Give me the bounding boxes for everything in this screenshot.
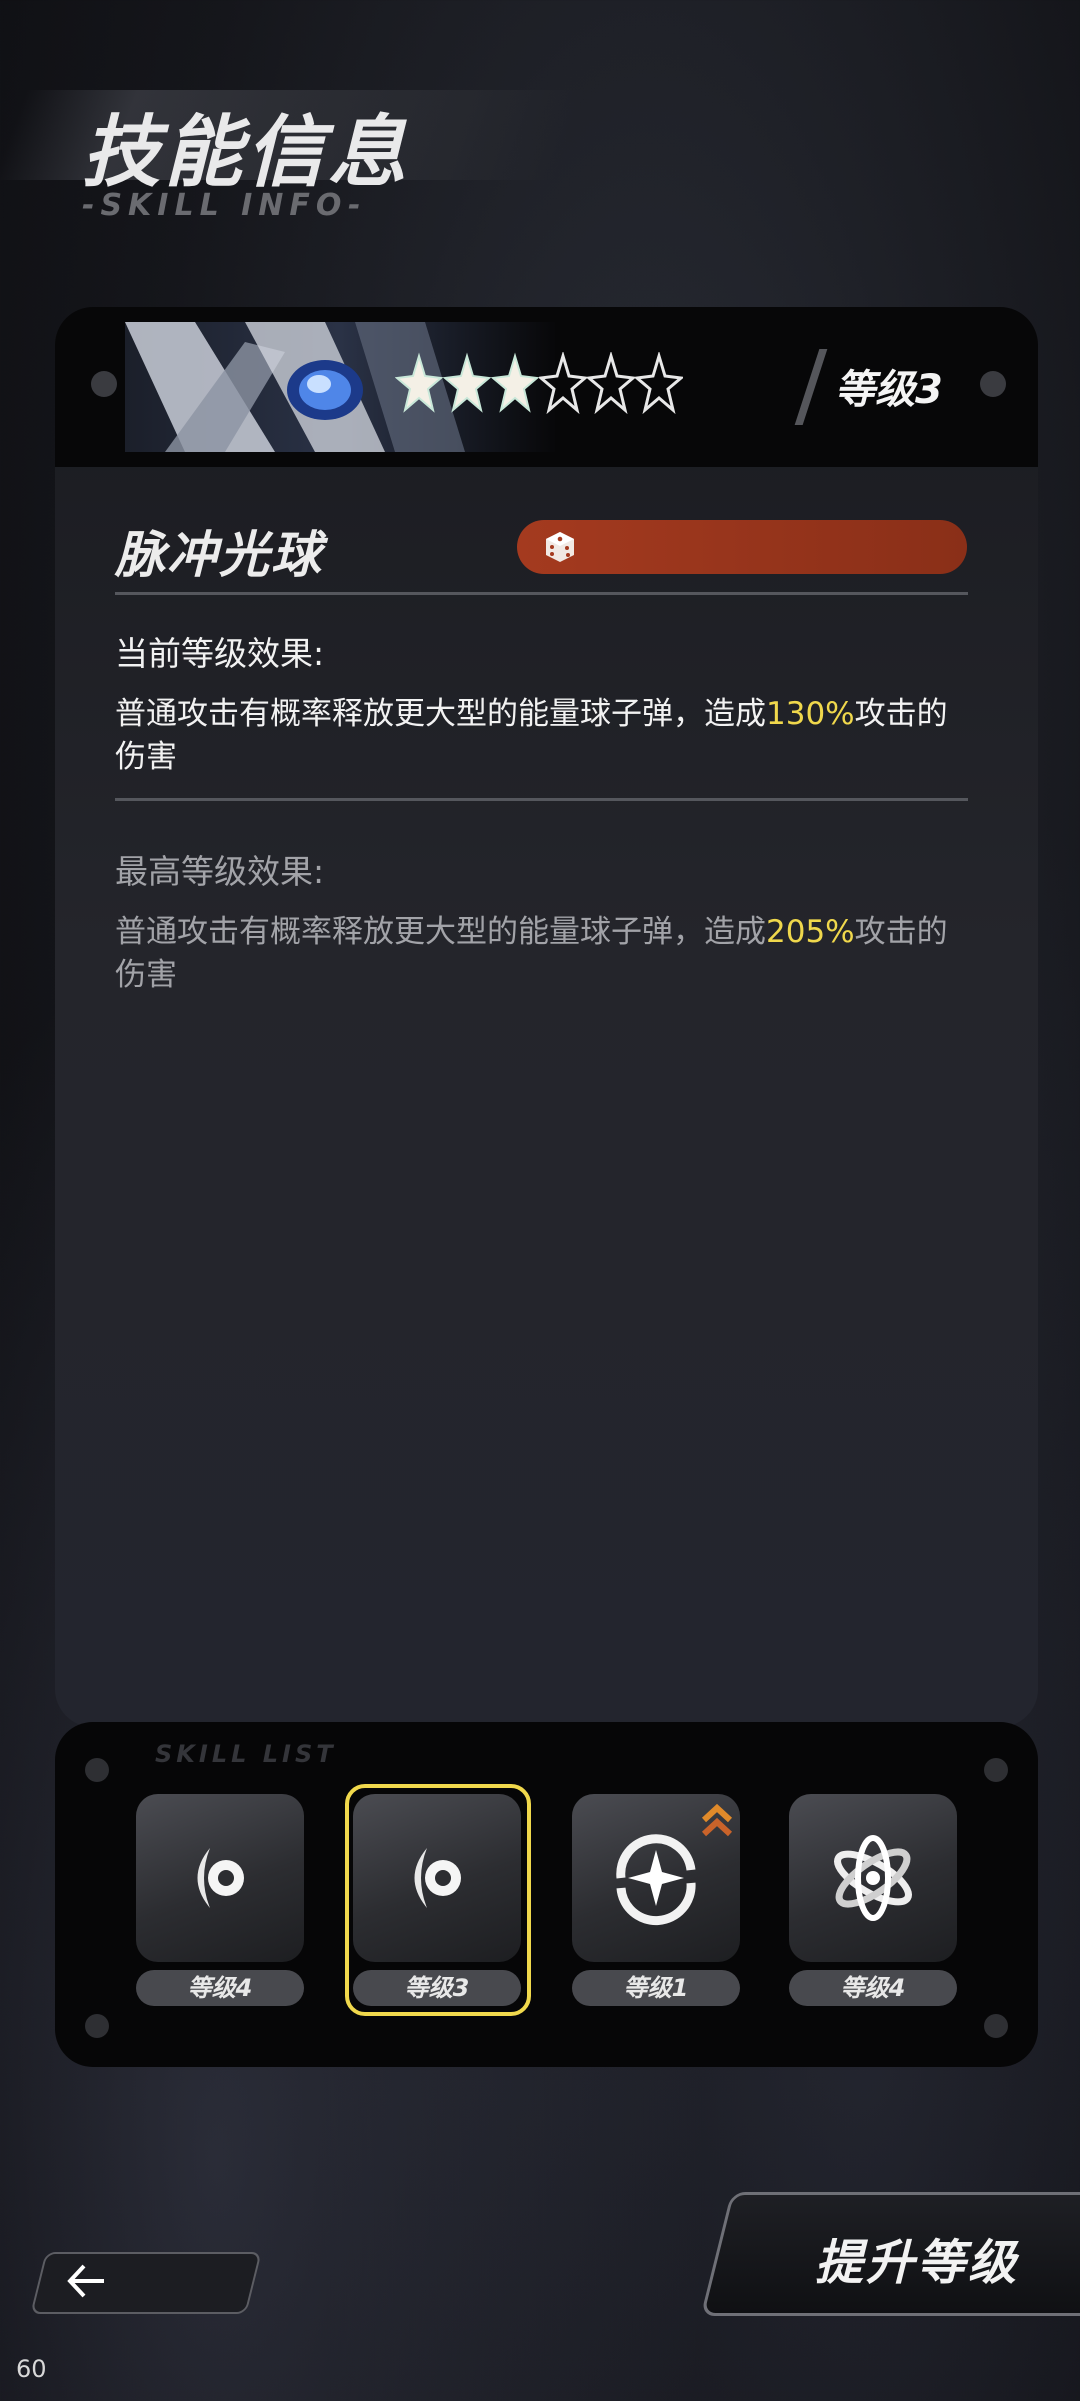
current-effect-value: 130% xyxy=(766,696,855,732)
skill-list-label: SKILL LIST xyxy=(155,1740,337,1768)
star-ring-icon xyxy=(616,1834,696,1926)
skill-detail-panel: 等级3 脉冲光球 当前等级效果: 普通攻击有概率释放更大型的能量球子弹，造成13… xyxy=(55,307,1038,1727)
skill-slot-level: 等级4 xyxy=(789,1970,957,2006)
panel-rivet xyxy=(85,1758,109,1782)
atom-icon xyxy=(834,1835,912,1921)
back-arrow-icon[interactable] xyxy=(66,2262,106,2300)
level-divider xyxy=(794,349,828,425)
back-button[interactable] xyxy=(30,2252,262,2314)
skill-name: 脉冲光球 xyxy=(115,526,323,584)
skill-slot-tile[interactable] xyxy=(789,1794,957,1962)
star-empty-icon xyxy=(587,352,635,414)
skill-slot-level: 等级3 xyxy=(353,1970,521,2006)
skill-tag xyxy=(517,520,967,574)
upgrade-button-label[interactable]: 提升等级 xyxy=(815,2223,1019,2293)
divider xyxy=(115,798,968,801)
panel-rivet xyxy=(91,371,117,397)
upgrade-available-icon xyxy=(701,1803,733,1837)
pulse-orb-icon xyxy=(414,1848,461,1908)
star-filled-icon xyxy=(395,352,443,413)
skill-slot-level: 等级4 xyxy=(136,1970,304,2006)
page-header: 技能信息 -SKILL INFO- xyxy=(0,80,600,240)
panel-rivet xyxy=(85,2014,109,2038)
divider xyxy=(115,592,968,595)
star-empty-icon xyxy=(635,352,683,414)
page-subtitle: -SKILL INFO- xyxy=(82,188,367,223)
rarity-stars xyxy=(395,352,683,414)
fps-counter: 60 xyxy=(16,2355,47,2383)
star-empty-icon xyxy=(539,352,587,414)
current-effect-title: 当前等级效果: xyxy=(115,634,325,673)
panel-rivet xyxy=(984,1758,1008,1782)
skill-slot-level: 等级1 xyxy=(572,1970,740,2006)
max-effect-value: 205% xyxy=(766,914,855,950)
skill-header: 等级3 xyxy=(55,307,1038,467)
max-effect-title: 最高等级效果: xyxy=(115,852,325,891)
skill-list-panel: SKILL LIST 等级4 等级3 等级1 等级4 xyxy=(55,1722,1038,2067)
skill-slot-tile[interactable] xyxy=(136,1794,304,1962)
panel-rivet xyxy=(984,2014,1008,2038)
star-filled-icon xyxy=(491,352,539,413)
panel-rivet xyxy=(980,371,1006,397)
max-effect-text: 普通攻击有概率释放更大型的能量球子弹，造成205%攻击的伤害 xyxy=(115,914,948,993)
current-effect-text: 普通攻击有概率释放更大型的能量球子弹，造成130%攻击的伤害 xyxy=(115,696,948,775)
dice-icon xyxy=(546,532,574,562)
page-title: 技能信息 xyxy=(82,108,411,198)
skill-level: 等级3 xyxy=(835,367,943,413)
skill-slot-tile[interactable] xyxy=(353,1794,521,1962)
pulse-orb-icon xyxy=(197,1848,244,1908)
skill-slot-tile[interactable] xyxy=(572,1794,740,1962)
star-filled-icon xyxy=(443,352,491,413)
